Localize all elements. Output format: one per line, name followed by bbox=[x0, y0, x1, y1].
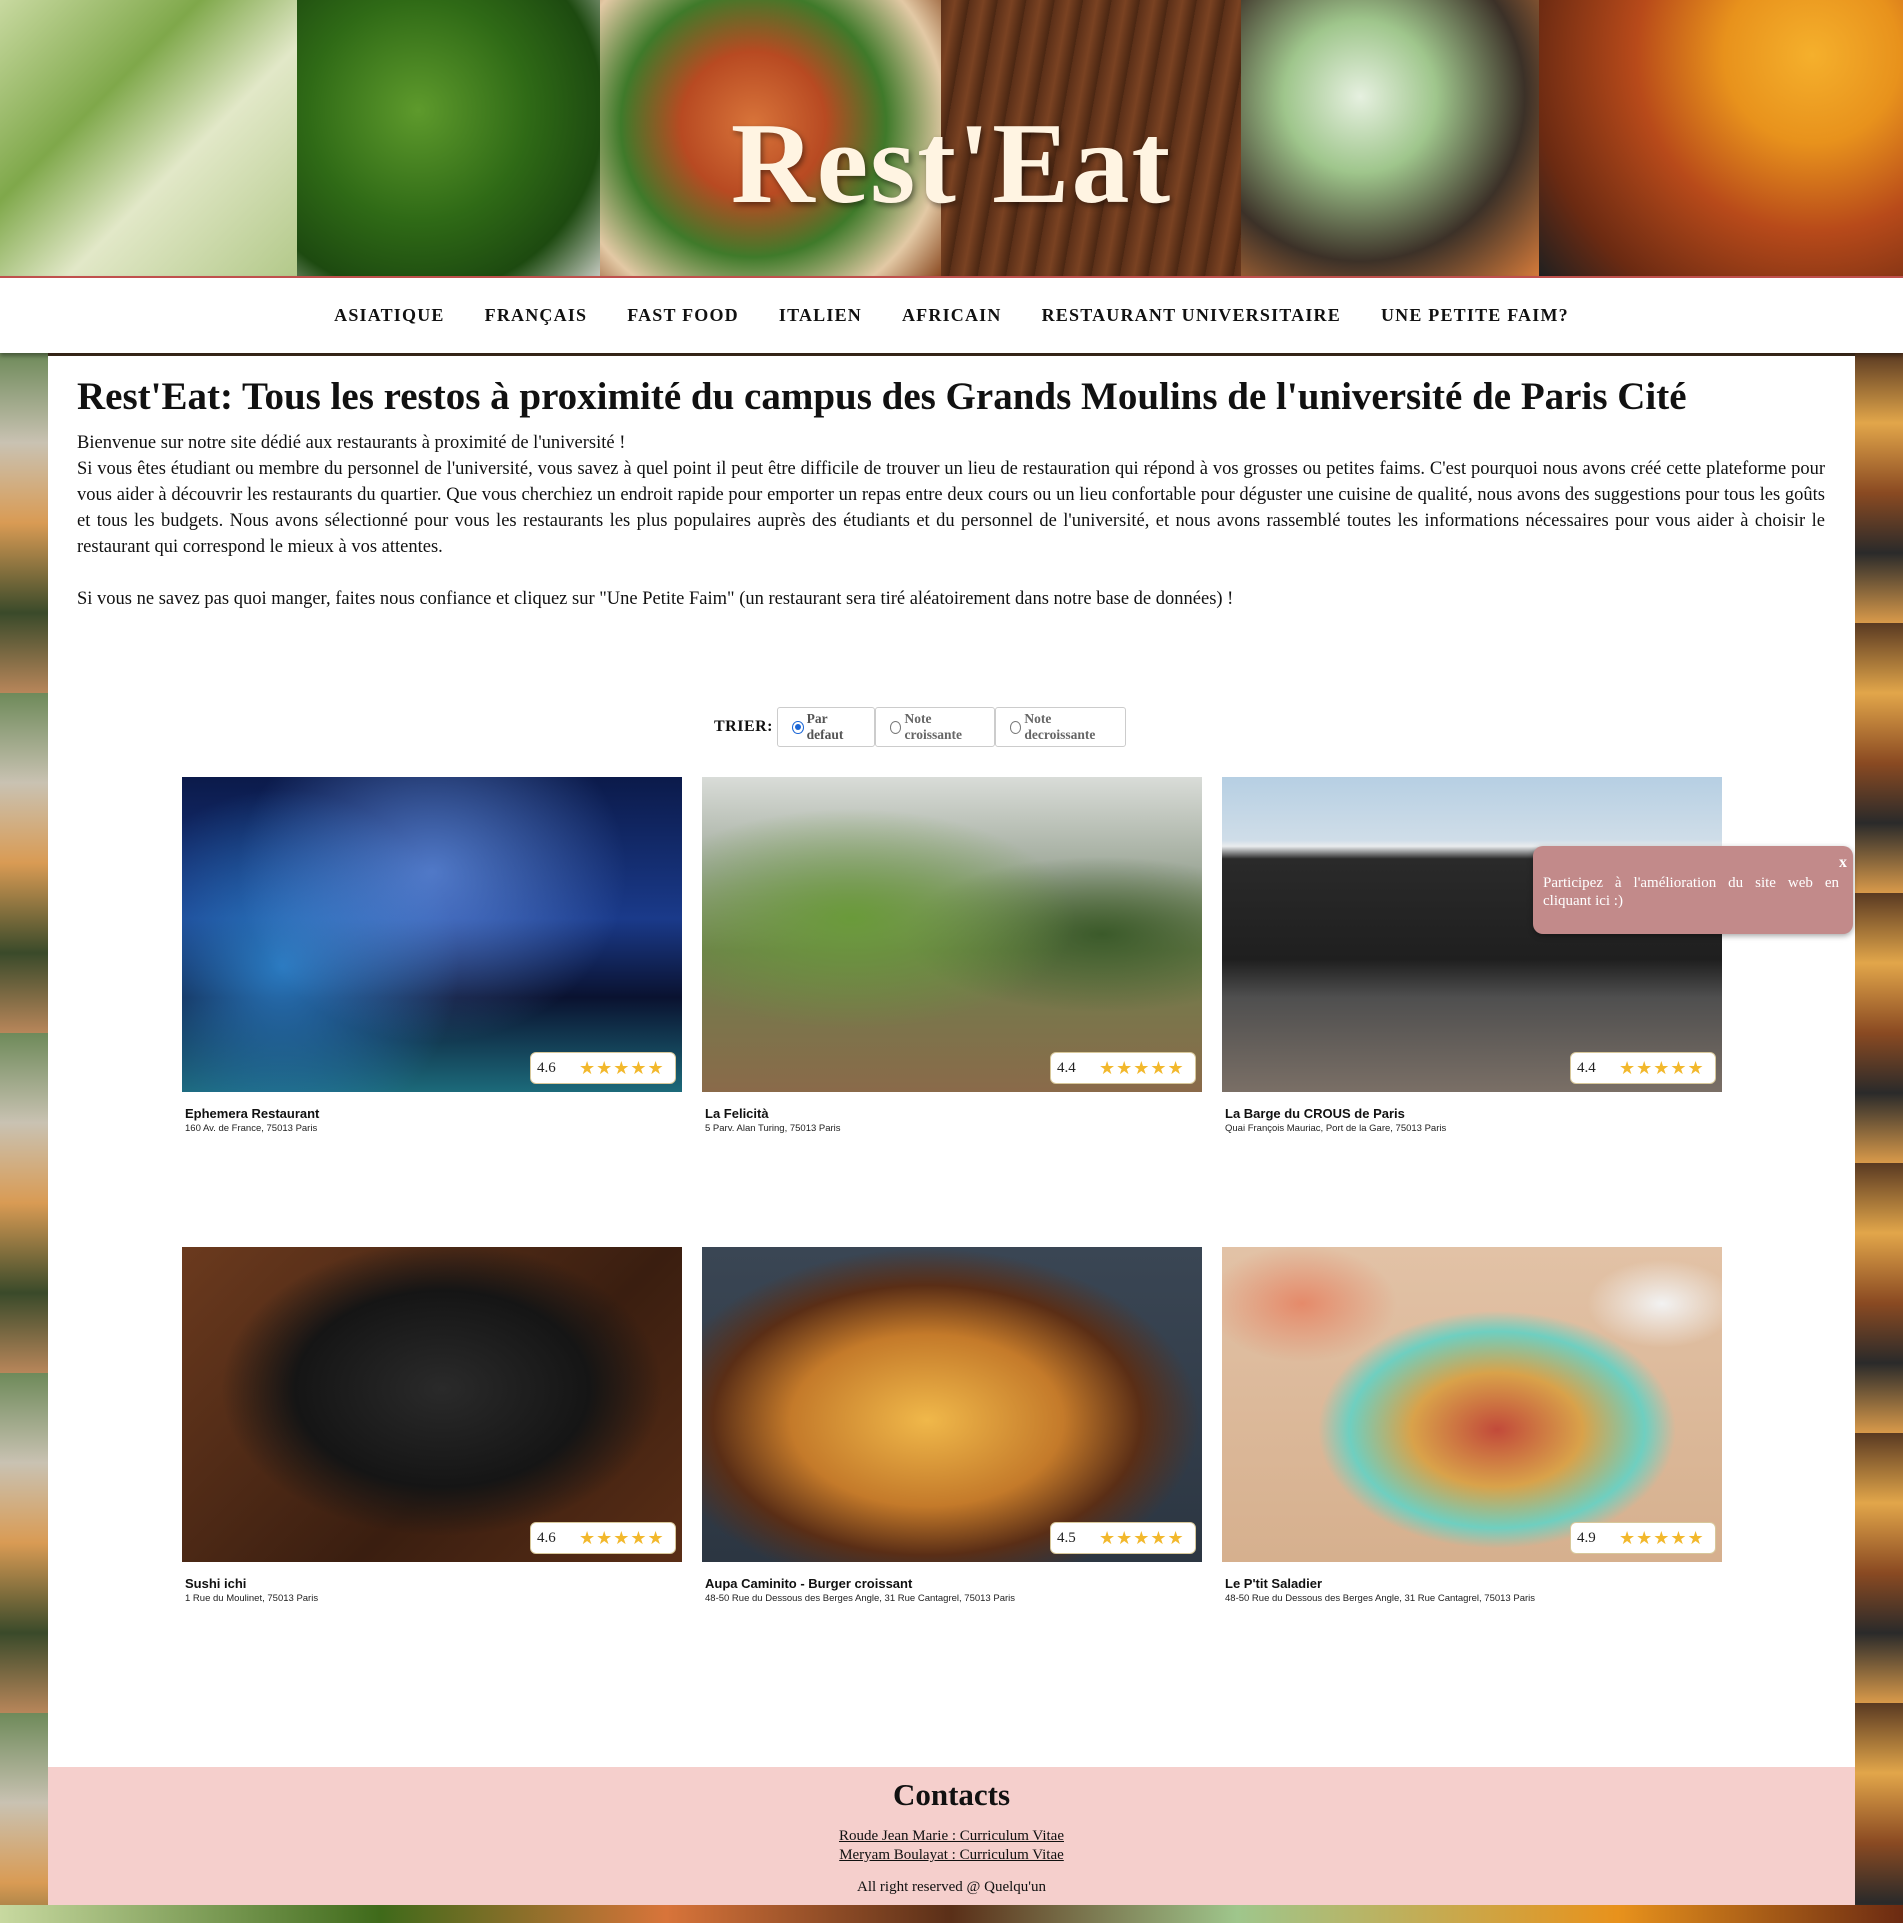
radio-icon[interactable] bbox=[1010, 720, 1022, 734]
restaurant-name[interactable]: Sushi ichi bbox=[185, 1576, 682, 1591]
nav-item-restaurant-universitaire[interactable]: RESTAURANT UNIVERSITAIRE bbox=[1042, 305, 1341, 326]
sort-option-label: Note decroissante bbox=[1024, 711, 1096, 742]
sort-option-descending[interactable]: Note decroissante bbox=[995, 707, 1127, 747]
page-title: Rest'Eat: Tous les restos à proximité du… bbox=[77, 375, 1687, 418]
restaurant-image[interactable]: 4.4 ★★★★★ bbox=[1222, 777, 1722, 1092]
feedback-popup-text[interactable]: Participez à l'amélioration du site web … bbox=[1543, 875, 1839, 909]
restaurant-card[interactable]: 4.4 ★★★★★ La Barge du CROUS de Paris Qua… bbox=[1222, 777, 1722, 1134]
intro-text: Bienvenue sur notre site dédié aux resta… bbox=[77, 430, 1825, 638]
restaurant-image[interactable]: 4.4 ★★★★★ bbox=[702, 777, 1202, 1092]
rating-score: 4.9 bbox=[1577, 1529, 1596, 1546]
main-content: Rest'Eat: Tous les restos à proximité du… bbox=[48, 356, 1855, 1767]
footer-links: Roude Jean Marie : Curriculum Vitae Mery… bbox=[48, 1827, 1855, 1865]
bottom-food-strip bbox=[0, 1905, 1903, 1923]
site-logo[interactable]: Rest'Eat bbox=[0, 106, 1903, 222]
sort-option-label: Note croissante bbox=[904, 711, 962, 742]
star-rating-icon: ★★★★★ bbox=[579, 1527, 665, 1548]
rating-badge: 4.4 ★★★★★ bbox=[1050, 1052, 1196, 1084]
restaurant-name[interactable]: Le P'tit Saladier bbox=[1225, 1576, 1722, 1591]
footer: Contacts Roude Jean Marie : Curriculum V… bbox=[48, 1767, 1855, 1905]
rating-score: 4.4 bbox=[1577, 1059, 1596, 1076]
restaurant-card[interactable]: 4.6 ★★★★★ Ephemera Restaurant 160 Av. de… bbox=[182, 777, 682, 1134]
sort-option-ascending[interactable]: Note croissante bbox=[875, 707, 996, 747]
close-icon[interactable]: x bbox=[1839, 854, 1847, 872]
nav-item-italien[interactable]: ITALIEN bbox=[779, 305, 862, 326]
rating-score: 4.5 bbox=[1057, 1529, 1076, 1546]
sort-bar: TRIER: Par defaut Note croissante Note d… bbox=[714, 707, 1127, 747]
star-rating-icon: ★★★★★ bbox=[579, 1057, 665, 1078]
nav-item-asiatique[interactable]: ASIATIQUE bbox=[334, 305, 445, 326]
contact-link-boulayat[interactable]: Meryam Boulayat : Curriculum Vitae bbox=[48, 1846, 1855, 1865]
sort-option-default[interactable]: Par defaut bbox=[777, 707, 876, 747]
restaurant-image[interactable]: 4.6 ★★★★★ bbox=[182, 1247, 682, 1562]
rating-score: 4.4 bbox=[1057, 1059, 1076, 1076]
background-food-right bbox=[1855, 353, 1903, 1905]
radio-icon[interactable] bbox=[890, 720, 902, 734]
rating-score: 4.6 bbox=[537, 1529, 556, 1546]
nav-item-fast-food[interactable]: FAST FOOD bbox=[627, 305, 739, 326]
nav-item-africain[interactable]: AFRICAIN bbox=[902, 305, 1002, 326]
rating-badge: 4.4 ★★★★★ bbox=[1570, 1052, 1716, 1084]
star-rating-icon: ★★★★★ bbox=[1099, 1057, 1185, 1078]
rating-badge: 4.6 ★★★★★ bbox=[530, 1522, 676, 1554]
rating-badge: 4.6 ★★★★★ bbox=[530, 1052, 676, 1084]
restaurant-address: 48-50 Rue du Dessous des Berges Angle, 3… bbox=[705, 1593, 1016, 1604]
star-rating-icon: ★★★★★ bbox=[1099, 1527, 1185, 1548]
restaurant-name[interactable]: Ephemera Restaurant bbox=[185, 1106, 682, 1121]
footer-copyright: All right reserved @ Quelqu'un bbox=[857, 1879, 1046, 1895]
restaurant-name[interactable]: La Felicità bbox=[705, 1106, 1202, 1121]
nav-item-une-petite-faim[interactable]: UNE PETITE FAIM? bbox=[1381, 305, 1569, 326]
restaurant-card[interactable]: 4.4 ★★★★★ La Felicità 5 Parv. Alan Turin… bbox=[702, 777, 1202, 1134]
background-food-left bbox=[0, 353, 48, 1905]
restaurant-image[interactable]: 4.6 ★★★★★ bbox=[182, 777, 682, 1092]
restaurant-card[interactable]: 4.6 ★★★★★ Sushi ichi 1 Rue du Moulinet, … bbox=[182, 1247, 682, 1604]
sort-option-label: Par defaut bbox=[806, 711, 844, 742]
contact-link-roude[interactable]: Roude Jean Marie : Curriculum Vitae bbox=[48, 1827, 1855, 1846]
restaurant-name[interactable]: Aupa Caminito - Burger croissant bbox=[705, 1576, 1202, 1591]
sort-label: TRIER: bbox=[714, 718, 774, 735]
intro-welcome: Bienvenue sur notre site dédié aux resta… bbox=[77, 433, 626, 453]
radio-selected-icon[interactable] bbox=[792, 720, 804, 734]
restaurant-card[interactable]: 4.5 ★★★★★ Aupa Caminito - Burger croissa… bbox=[702, 1247, 1202, 1604]
rating-badge: 4.5 ★★★★★ bbox=[1050, 1522, 1196, 1554]
restaurant-name[interactable]: La Barge du CROUS de Paris bbox=[1225, 1106, 1722, 1121]
restaurant-address: 5 Parv. Alan Turing, 75013 Paris bbox=[705, 1123, 841, 1134]
star-rating-icon: ★★★★★ bbox=[1619, 1057, 1705, 1078]
star-rating-icon: ★★★★★ bbox=[1619, 1527, 1705, 1548]
restaurant-address: 48-50 Rue du Dessous des Berges Angle, 3… bbox=[1225, 1593, 1536, 1604]
restaurant-address: 1 Rue du Moulinet, 75013 Paris bbox=[185, 1593, 319, 1604]
restaurant-card[interactable]: 4.9 ★★★★★ Le P'tit Saladier 48-50 Rue du… bbox=[1222, 1247, 1722, 1604]
restaurant-image[interactable]: 4.9 ★★★★★ bbox=[1222, 1247, 1722, 1562]
intro-description: Si vous êtes étudiant ou membre du perso… bbox=[77, 459, 1825, 557]
rating-badge: 4.9 ★★★★★ bbox=[1570, 1522, 1716, 1554]
footer-title: Contacts bbox=[892, 1777, 1011, 1812]
main-nav: ASIATIQUE FRANÇAIS FAST FOOD ITALIEN AFR… bbox=[0, 276, 1903, 353]
rating-score: 4.6 bbox=[537, 1059, 556, 1076]
intro-random-hint: Si vous ne savez pas quoi manger, faites… bbox=[77, 589, 1234, 609]
restaurant-address: 160 Av. de France, 75013 Paris bbox=[185, 1123, 318, 1134]
restaurant-image[interactable]: 4.5 ★★★★★ bbox=[702, 1247, 1202, 1562]
header-banner: Rest'Eat bbox=[0, 0, 1903, 276]
nav-item-francais[interactable]: FRANÇAIS bbox=[485, 305, 588, 326]
restaurant-address: Quai François Mauriac, Port de la Gare, … bbox=[1225, 1123, 1447, 1134]
feedback-popup[interactable]: x Participez à l'amélioration du site we… bbox=[1533, 846, 1853, 934]
